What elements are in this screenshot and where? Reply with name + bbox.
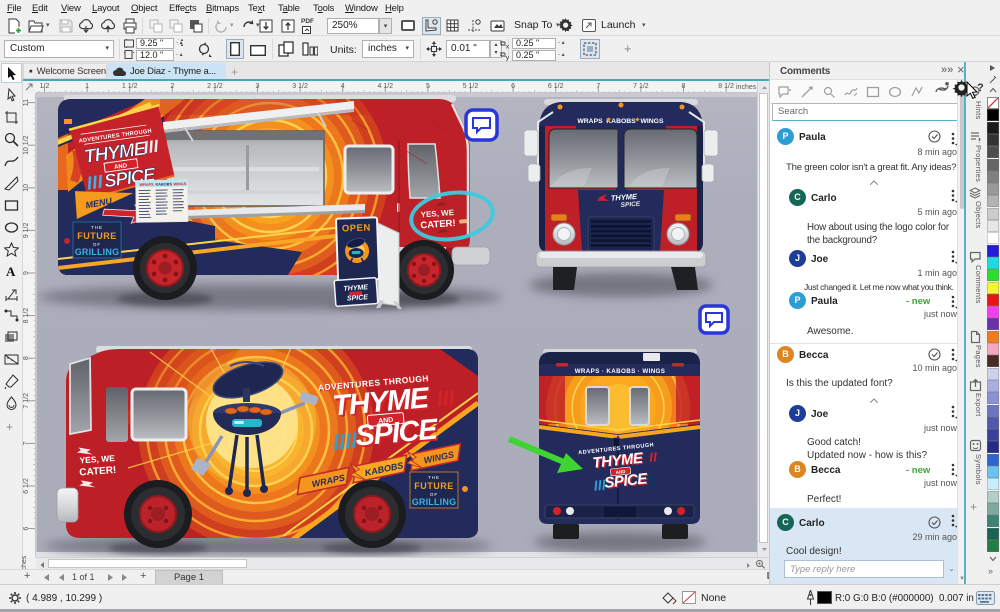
- svg-text:8 1/2: 8 1/2: [718, 83, 734, 90]
- svg-text:10: 10: [23, 184, 30, 192]
- svg-text:WRAPS · KABOBS · WINGS: WRAPS · KABOBS · WINGS: [575, 368, 666, 375]
- svg-text:WINGS: WINGS: [640, 118, 663, 125]
- svg-text:6 1/2: 6 1/2: [548, 83, 564, 90]
- svg-text:1 1/2: 1 1/2: [122, 83, 138, 90]
- svg-text:1/2: 1/2: [40, 83, 50, 90]
- svg-text:2: 2: [170, 83, 174, 90]
- svg-text:OPEN: OPEN: [342, 223, 371, 235]
- svg-text:KABOBS: KABOBS: [606, 118, 636, 125]
- svg-text:7 1/2: 7 1/2: [633, 83, 649, 90]
- svg-text:THE: THE: [428, 475, 440, 480]
- svg-text:FUTURE: FUTURE: [77, 231, 117, 241]
- svg-text:THE: THE: [91, 225, 103, 230]
- svg-text:3: 3: [256, 83, 260, 90]
- svg-text:9: 9: [23, 271, 30, 275]
- svg-text:4: 4: [341, 83, 345, 90]
- svg-text:A: A: [6, 264, 16, 279]
- svg-text:6 1/2: 6 1/2: [23, 478, 30, 494]
- svg-text:WRAPS: WRAPS: [140, 183, 155, 187]
- svg-text:3 1/2: 3 1/2: [292, 83, 308, 90]
- svg-text:9 1/2: 9 1/2: [23, 223, 30, 239]
- svg-text:1: 1: [85, 83, 89, 90]
- svg-text:8: 8: [682, 83, 686, 90]
- svg-text:11: 11: [23, 99, 30, 106]
- svg-text:6: 6: [23, 527, 30, 531]
- svg-text:GRILLING: GRILLING: [75, 247, 120, 257]
- svg-text:4 1/2: 4 1/2: [378, 83, 394, 90]
- svg-text:WRAPS: WRAPS: [577, 118, 603, 125]
- svg-text:KABOBS: KABOBS: [156, 182, 173, 186]
- svg-text:5 1/2: 5 1/2: [463, 83, 479, 90]
- svg-text:SPICE: SPICE: [347, 294, 369, 302]
- svg-text:WINGS: WINGS: [174, 182, 187, 186]
- svg-text:7: 7: [23, 441, 30, 445]
- svg-text:GRILLING: GRILLING: [412, 497, 457, 507]
- svg-text:6: 6: [511, 83, 515, 90]
- svg-text:10 1/2: 10 1/2: [23, 135, 30, 155]
- svg-text:inches: inches: [736, 84, 757, 91]
- svg-text:SPICE: SPICE: [620, 201, 641, 209]
- svg-text:8: 8: [23, 356, 30, 360]
- svg-text:FUTURE: FUTURE: [414, 481, 454, 491]
- svg-text:7 1/2: 7 1/2: [23, 393, 30, 409]
- svg-text:7: 7: [596, 83, 600, 90]
- svg-text:5: 5: [426, 83, 430, 90]
- svg-text:2 1/2: 2 1/2: [207, 83, 223, 90]
- svg-text:8 1/2: 8 1/2: [23, 308, 30, 324]
